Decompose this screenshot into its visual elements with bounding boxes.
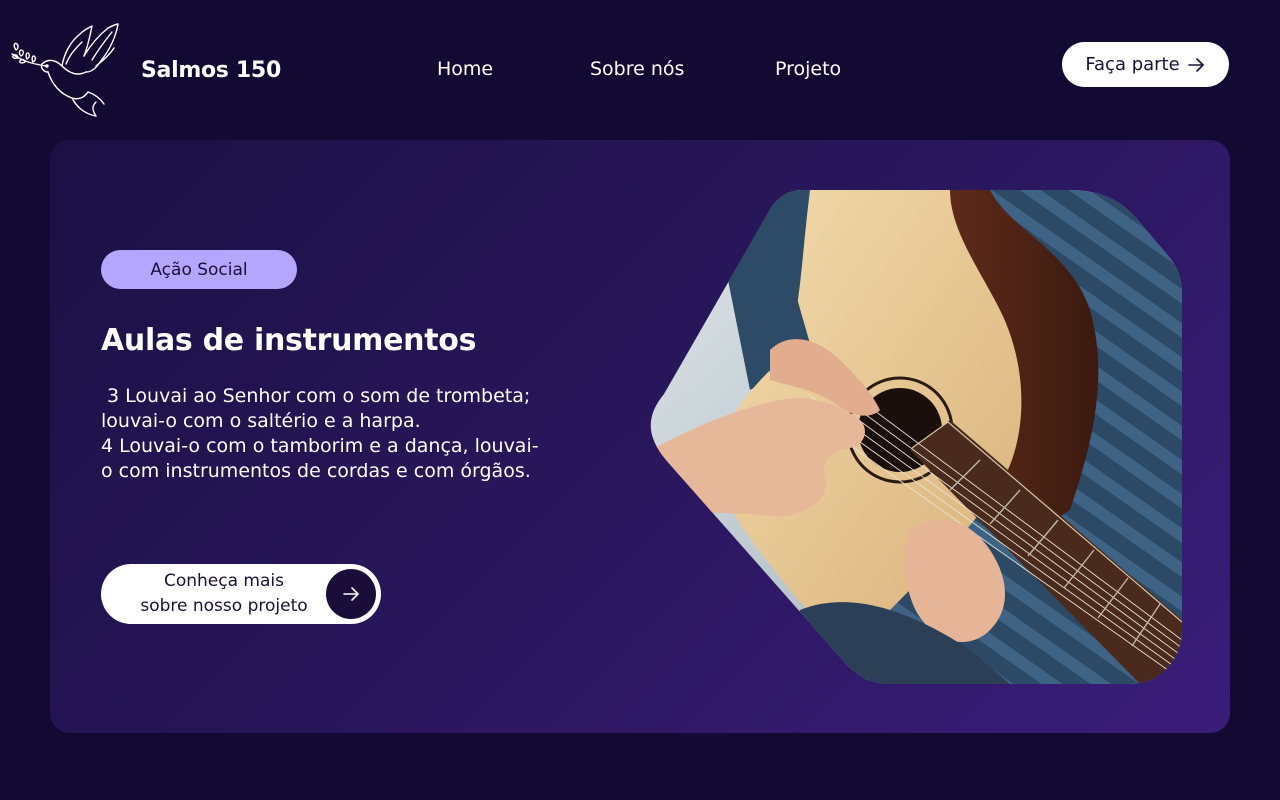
faca-parte-button[interactable]: Faça parte — [1062, 42, 1229, 87]
nav-item-sobre-nos[interactable]: Sobre nós — [590, 58, 684, 80]
description-line: 4 Louvai-o com o tamborim e a dança, lou… — [101, 435, 539, 482]
landing-page: Salmos 150 Home Sobre nós Projeto Faça p… — [0, 0, 1280, 800]
learn-more-line1: Conheça mais — [163, 571, 284, 591]
faca-parte-label: Faça parte — [1085, 54, 1180, 75]
learn-more-button[interactable]: Conheça mais sobre nosso projeto — [101, 564, 381, 624]
dove-logo-icon[interactable] — [8, 20, 120, 122]
brand-name[interactable]: Salmos 150 — [141, 58, 281, 83]
nav-item-home[interactable]: Home — [437, 58, 493, 80]
description-line: 3 Louvai ao Senhor com o som de trombeta… — [101, 385, 537, 432]
hero-title: Aulas de instrumentos — [101, 323, 477, 358]
category-badge: Ação Social — [101, 250, 297, 289]
nav-item-projeto[interactable]: Projeto — [775, 58, 841, 80]
guitar-lesson-photo — [650, 190, 1182, 684]
learn-more-arrow-circle — [326, 569, 376, 619]
hero-description: 3 Louvai ao Senhor com o som de trombeta… — [101, 384, 541, 484]
hero-card: Ação Social Aulas de instrumentos 3 Louv… — [50, 140, 1230, 733]
arrow-right-icon — [343, 587, 359, 601]
learn-more-label: Conheça mais sobre nosso projeto — [115, 569, 333, 619]
arrow-right-icon — [1187, 57, 1204, 72]
learn-more-line2: sobre nosso projeto — [140, 596, 308, 616]
